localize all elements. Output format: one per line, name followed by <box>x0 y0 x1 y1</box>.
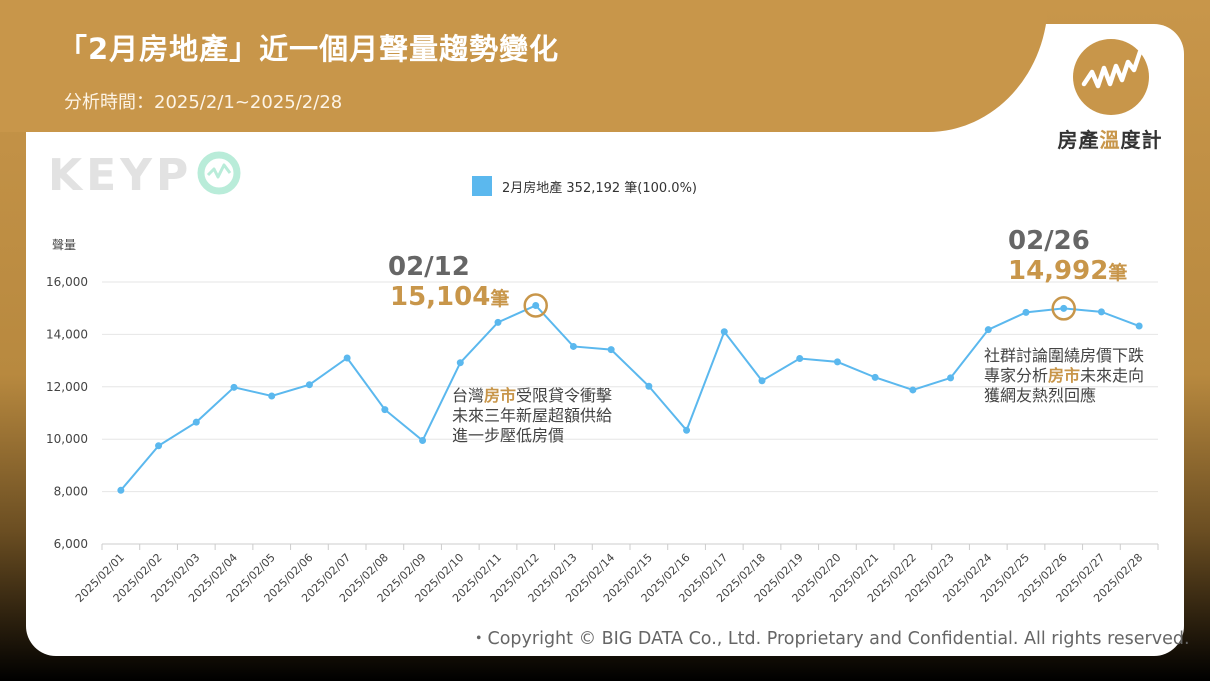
peak1-date: 02/12 <box>388 252 470 282</box>
y-tick-label: 16,000 <box>46 275 88 289</box>
y-tick-label: 6,000 <box>54 537 88 551</box>
peak2-line2: 專家分析房市未來走向 <box>984 366 1144 386</box>
peak2-value: 14,992筆 <box>1008 256 1127 286</box>
data-point <box>268 392 276 400</box>
data-point <box>419 437 427 445</box>
data-point <box>947 374 955 382</box>
data-point <box>607 346 615 354</box>
peak1-line1: 台灣房市受限貸令衝擊 <box>452 386 612 406</box>
data-point <box>645 382 653 390</box>
peak1-line2: 未來三年新屋超額供給 <box>452 406 613 425</box>
peak2-line1: 社群討論圍繞房價下跌 <box>984 346 1145 365</box>
data-point <box>720 328 728 336</box>
data-point <box>1060 304 1068 312</box>
data-point <box>796 355 804 363</box>
data-point <box>909 386 917 394</box>
copyright-notice: ・Copyright © BIG DATA Co., Ltd. Propriet… <box>470 629 1190 649</box>
data-point <box>984 326 992 334</box>
data-point <box>494 318 502 326</box>
data-point <box>758 377 766 385</box>
data-point <box>1022 308 1030 316</box>
peak2-annotation: 社群討論圍繞房價下跌 專家分析房市未來走向 獲網友熱烈回應 <box>984 346 1144 406</box>
y-tick-label: 14,000 <box>46 327 88 341</box>
peak1-value: 15,104筆 <box>390 282 509 312</box>
peak2-line2-a: 專家分析 <box>984 366 1049 385</box>
peak1-value-number: 15,104 <box>390 282 491 312</box>
data-point <box>1097 308 1105 316</box>
y-tick-label: 8,000 <box>54 485 88 499</box>
data-point <box>833 358 841 366</box>
peak2-line2-b: 未來走向 <box>1080 366 1145 385</box>
data-point <box>1135 322 1143 330</box>
peak2-date: 02/26 <box>1008 226 1090 256</box>
peak2-value-number: 14,992 <box>1008 256 1109 286</box>
peak1-line1-a: 台灣 <box>452 386 485 405</box>
peak2-value-unit: 筆 <box>1108 262 1128 284</box>
data-point <box>532 301 540 309</box>
data-point <box>343 354 351 362</box>
peak1-value-unit: 筆 <box>490 288 510 310</box>
data-point <box>192 418 200 426</box>
data-point <box>230 383 238 391</box>
data-point <box>456 359 464 367</box>
data-point <box>569 342 577 350</box>
data-point <box>381 406 389 414</box>
y-tick-label: 10,000 <box>46 432 88 446</box>
data-point <box>155 442 163 450</box>
peak1-line1-hl: 房市 <box>484 386 517 405</box>
peak1-annotation: 台灣房市受限貸令衝擊 未來三年新屋超額供給 進一步壓低房價 <box>452 386 612 446</box>
y-tick-label: 12,000 <box>46 380 88 394</box>
peak2-line3: 獲網友熱烈回應 <box>984 386 1097 405</box>
data-point <box>871 373 879 381</box>
line-chart: 6,0008,00010,00012,00014,00016,0002025/0… <box>46 275 1159 605</box>
peak2-line2-hl: 房市 <box>1048 366 1081 385</box>
data-point <box>117 486 125 494</box>
data-point <box>683 426 691 434</box>
data-point <box>305 381 313 389</box>
peak1-line1-b: 受限貸令衝擊 <box>516 386 613 405</box>
peak1-line3: 進一步壓低房價 <box>452 426 565 445</box>
